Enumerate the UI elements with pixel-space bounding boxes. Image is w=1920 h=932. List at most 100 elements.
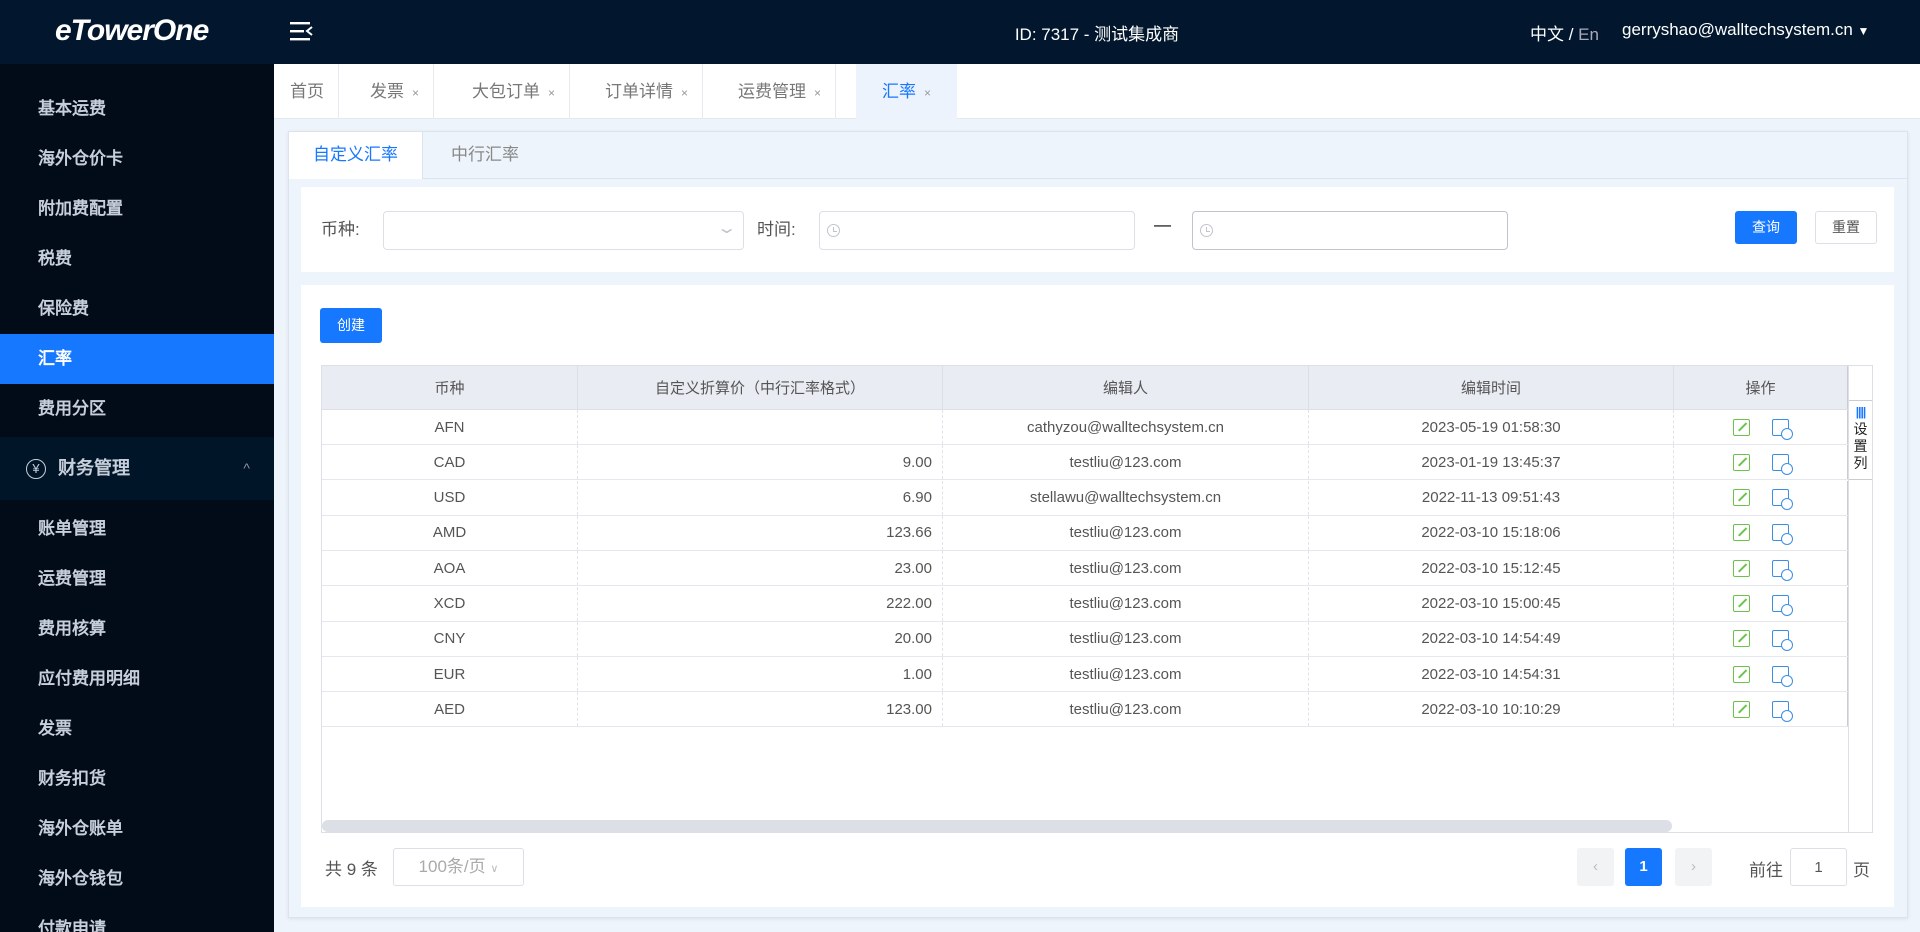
prev-page-button[interactable]: ‹ — [1577, 848, 1614, 886]
table-cell: 2023-05-19 01:58:30 — [1309, 410, 1674, 444]
tab-bulk-orders[interactable]: 大包订单 × — [458, 64, 571, 119]
sidebar-item[interactable]: 海外仓价卡 — [0, 134, 274, 184]
table-row: USD 6.90 stellawu@walltechsystem.cn 2022-11… — [322, 480, 1848, 516]
goto-page-input[interactable]: 1 — [1790, 848, 1847, 886]
table-row: AOA 23.00 testliu@123.com 2022-03-10 15:12:… — [322, 551, 1848, 587]
currency-label: 币种: — [321, 220, 360, 239]
close-icon[interactable]: × — [412, 86, 419, 100]
edit-icon[interactable] — [1732, 595, 1750, 612]
chevron-down-icon: ∨ — [490, 863, 499, 875]
history-icon[interactable] — [1771, 453, 1793, 475]
table-cell: stellawu@walltechsystem.cn — [943, 480, 1309, 515]
sidebar-item[interactable]: 海外仓钱包 — [0, 854, 274, 904]
goto-label: 前往 — [1749, 861, 1783, 880]
edit-icon[interactable] — [1732, 453, 1750, 471]
history-icon[interactable] — [1771, 418, 1793, 440]
sidebar-item[interactable]: 保险费 — [0, 284, 274, 334]
page-1-button[interactable]: 1 — [1625, 848, 1662, 886]
table-cell: 2022-03-10 15:18:06 — [1309, 515, 1674, 550]
col-header: 操作 — [1674, 366, 1848, 409]
tab-label: 大包订单 — [472, 82, 540, 101]
subtab-boc-rate[interactable]: 中行汇率 — [427, 132, 543, 179]
sidebar-item[interactable]: 财务扣货 — [0, 754, 274, 804]
table-cell: 123.66 — [578, 515, 943, 550]
edit-icon[interactable] — [1732, 630, 1750, 648]
set-columns-button[interactable]: |||| 设置列 — [1849, 400, 1872, 480]
edit-icon[interactable] — [1732, 700, 1750, 718]
subtab-custom-rate[interactable]: 自定义汇率 — [289, 132, 423, 179]
table-cell: testliu@123.com — [943, 515, 1309, 550]
table-cell: 2023-01-19 13:45:37 — [1309, 445, 1674, 480]
lang-zh[interactable]: 中文 — [1530, 25, 1564, 44]
history-icon[interactable] — [1771, 595, 1793, 616]
sidebar-item-active[interactable]: 汇率 — [0, 334, 274, 384]
sidebar-item[interactable]: 应付费用明细 — [0, 654, 274, 704]
history-icon[interactable] — [1771, 489, 1793, 511]
search-button[interactable]: 查询 — [1735, 211, 1797, 244]
sidebar-group-finance[interactable]: ¥ 财务管理 ^ — [0, 437, 274, 500]
history-icon[interactable] — [1771, 524, 1793, 546]
start-time-input[interactable] — [819, 211, 1135, 250]
history-icon[interactable] — [1771, 630, 1793, 652]
actions-cell — [1674, 621, 1848, 656]
sidebar-item[interactable]: 附加费配置 — [0, 184, 274, 234]
close-icon[interactable]: × — [681, 86, 688, 100]
sidebar-item[interactable]: 费用核算 — [0, 604, 274, 654]
user-email[interactable]: gerryshao@walltechsystem.cn — [1622, 20, 1853, 39]
create-button[interactable]: 创建 — [320, 308, 382, 343]
page-size-select[interactable]: 100条/页 ∨ — [393, 848, 524, 886]
time-label: 时间: — [757, 220, 796, 239]
tab-freight[interactable]: 运费管理 × — [724, 64, 837, 119]
table-row: CNY 20.00 testliu@123.com 2022-03-10 14:54:… — [322, 621, 1848, 657]
table-cell: 222.00 — [578, 586, 943, 621]
table-cell: testliu@123.com — [943, 657, 1309, 692]
table-cell: 2022-03-10 10:10:29 — [1309, 692, 1674, 727]
reset-button[interactable]: 重置 — [1815, 211, 1877, 244]
clock-icon — [1200, 224, 1213, 237]
lang-en[interactable]: En — [1578, 25, 1599, 44]
actions-cell — [1674, 480, 1848, 515]
close-icon[interactable]: × — [548, 86, 555, 100]
set-columns-label: 设置列 — [1853, 421, 1868, 471]
history-icon[interactable] — [1771, 700, 1793, 722]
sidebar-item[interactable]: 付款申请 — [0, 904, 274, 932]
user-menu[interactable]: gerryshao@walltechsystem.cn ▼ — [1622, 20, 1869, 40]
actions-cell — [1674, 692, 1848, 727]
sidebar-item[interactable]: 账单管理 — [0, 504, 274, 554]
edit-icon[interactable] — [1732, 489, 1750, 507]
edit-icon[interactable] — [1732, 524, 1750, 542]
sidebar-item[interactable]: 费用分区 — [0, 384, 274, 434]
columns-icon: |||| — [1855, 405, 1866, 419]
currency-select[interactable]: ⌄ — [383, 211, 744, 250]
next-page-button[interactable]: › — [1675, 848, 1712, 886]
tab-home[interactable]: 首页 — [276, 64, 339, 119]
close-icon[interactable]: × — [814, 86, 821, 100]
edit-icon[interactable] — [1732, 559, 1750, 577]
language-switch[interactable]: 中文 / En — [1530, 20, 1599, 45]
tab-exchange-rate[interactable]: 汇率 × — [856, 64, 958, 119]
col-header: 编辑人 — [943, 366, 1309, 409]
sidebar-item[interactable]: 税费 — [0, 234, 274, 284]
end-time-input[interactable] — [1192, 211, 1508, 250]
edit-icon[interactable] — [1732, 665, 1750, 683]
sidebar-item[interactable]: 海外仓账单 — [0, 804, 274, 854]
tab-invoice[interactable]: 发票 × — [356, 64, 435, 119]
actions-cell — [1674, 410, 1848, 444]
tab-label: 发票 — [370, 82, 404, 101]
table-cell: 2022-11-13 09:51:43 — [1309, 480, 1674, 515]
edit-icon[interactable] — [1732, 418, 1750, 436]
actions-cell — [1674, 657, 1848, 692]
table-row: AMD 123.66 testliu@123.com 2022-03-10 15:18… — [322, 515, 1848, 551]
table-row: AFN cathyzou@walltechsystem.cn 2023-05-19 … — [322, 410, 1848, 445]
table-cell: testliu@123.com — [943, 621, 1309, 656]
sidebar-item[interactable]: 基本运费 — [0, 84, 274, 134]
page-size-value: 100条/页 — [418, 857, 486, 876]
history-icon[interactable] — [1771, 559, 1793, 581]
horizontal-scrollbar[interactable] — [322, 820, 1672, 832]
sidebar-item[interactable]: 运费管理 — [0, 554, 274, 604]
history-icon[interactable] — [1771, 665, 1793, 687]
sidebar-item[interactable]: 发票 — [0, 704, 274, 754]
close-icon[interactable]: × — [924, 86, 931, 100]
tab-order-detail[interactable]: 订单详情 × — [591, 64, 704, 119]
col-header: 编辑时间 — [1309, 366, 1674, 409]
